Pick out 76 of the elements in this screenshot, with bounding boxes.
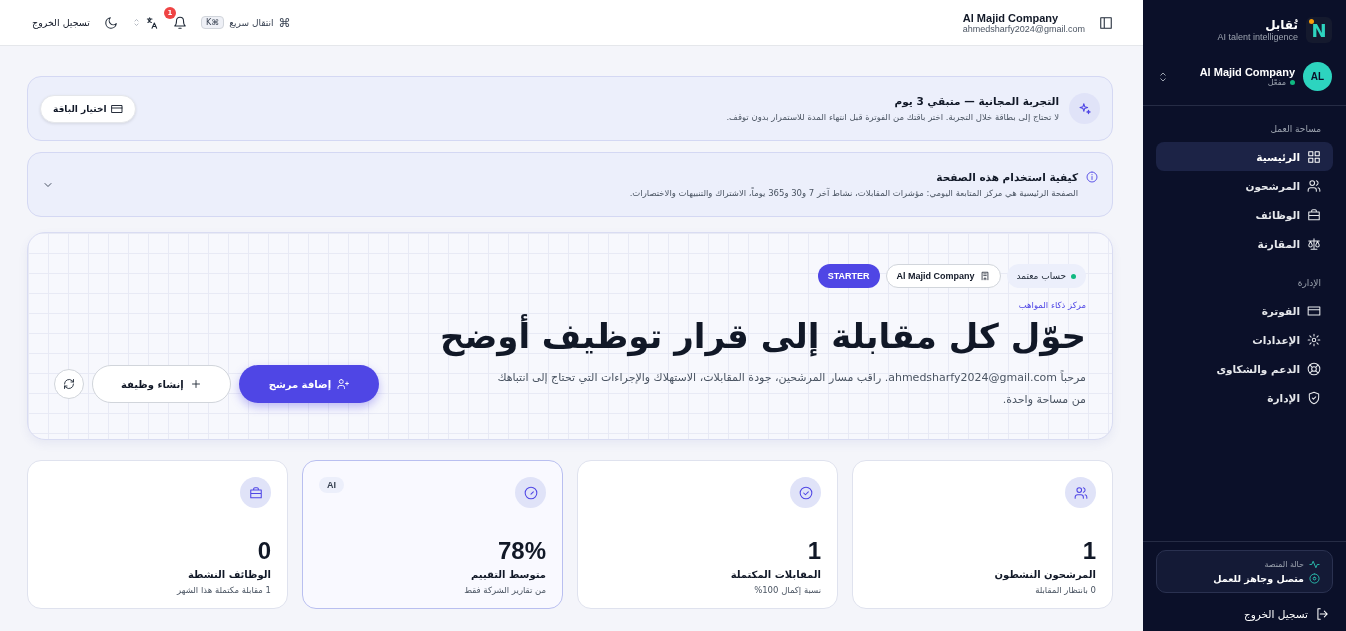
gear-icon <box>1307 332 1321 347</box>
create-job-button[interactable]: إنشاء وظيفة <box>92 365 231 403</box>
platform-status-text: متصل وجاهز للعمل <box>1213 573 1304 584</box>
sidebar-toggle-icon[interactable] <box>1099 15 1113 30</box>
account-email: ahmedsharfy2024@gmail.com <box>962 23 1085 34</box>
bell-icon[interactable] <box>172 15 187 30</box>
nav-item[interactable]: الإدارة <box>1156 383 1333 412</box>
nav-item[interactable]: الدعم والشكاوى <box>1156 354 1333 383</box>
nav-item[interactable]: المرشحون <box>1156 171 1333 200</box>
nav-item[interactable]: الفوترة <box>1156 296 1333 325</box>
stat-value: 1 <box>1082 537 1096 565</box>
plus-icon <box>189 378 202 390</box>
section-title: مساحة العمل <box>1269 123 1322 136</box>
briefcase-icon <box>1307 207 1321 222</box>
nav-item[interactable]: الإعدادات <box>1156 325 1333 354</box>
brand-name: تُقابل <box>1264 18 1298 32</box>
hero-eyebrow: مركز ذكاء المواهب <box>1018 300 1086 311</box>
help-title: كيفية استخدام هذه الصفحة <box>936 171 1078 183</box>
stat-note: 0 بانتظار المقابلة <box>1035 585 1096 595</box>
stat-note: نسبة إكمال 100% <box>754 585 821 595</box>
platform-status-title: حالة المنصة <box>1264 560 1304 569</box>
org-avatar: AL <box>1303 62 1332 91</box>
users-icon <box>1307 178 1321 193</box>
stat-label: الوظائف النشطة <box>187 569 271 580</box>
translate-icon[interactable] <box>144 15 159 30</box>
choose-plan-button[interactable]: اختيار الباقة <box>40 94 137 123</box>
stat-value: 0 <box>257 537 271 565</box>
sparkles-icon <box>1069 93 1100 124</box>
section-title: الإدارة <box>1296 277 1322 290</box>
company-badge: Al Majid Company <box>885 264 1001 289</box>
stat-note: من تقارير الشركة فقط <box>464 585 546 595</box>
status-badge: حساب معتمد <box>1006 264 1086 289</box>
stat-note: 1 مقابلة مكتملة هذا الشهر <box>177 585 271 595</box>
logout-icon <box>1315 607 1329 621</box>
status-dot <box>1290 80 1295 85</box>
card-icon <box>111 102 124 115</box>
org-name: Al Majid Company <box>1198 66 1295 78</box>
pulse-icon <box>1309 559 1320 570</box>
scale-icon <box>1307 236 1321 251</box>
trial-title: التجربة المجانية — متبقي 3 يوم <box>893 95 1059 107</box>
hero-text: مرحباً ahmedsharfy2024@gmail.com. راقب مسار المرشحين، جودة المقابلات، الاستهلاك والإجراءات التي تحتاج إلى انتباهك من مساحة واحدة. <box>496 369 1086 408</box>
user-plus-icon <box>337 378 350 390</box>
plan-badge: STARTER <box>817 264 880 289</box>
stat-value: 1 <box>807 537 821 565</box>
gauge-icon <box>523 485 538 500</box>
brand-tagline: AI talent intelligence <box>1217 32 1298 42</box>
hero-title: حوّل كل مقابلة إلى قرار توظيف أوضح <box>439 316 1086 357</box>
ai-badge: AI <box>319 477 344 493</box>
refresh-icon <box>63 378 75 390</box>
add-candidate-button[interactable]: إضافة مرشح <box>238 365 380 403</box>
nav-item[interactable]: الرئيسية <box>1156 142 1333 171</box>
nav-item[interactable]: الوظائف <box>1156 200 1333 229</box>
help-text: الصفحة الرئيسية هي مركز المتابعة اليومي: مؤشرات المقابلات، نشاط آخر 7 و30 و365 يوماً، الاشتراك والتنبيهات والاختصارات. <box>628 188 1079 198</box>
logout-link[interactable]: تسجيل الخروج <box>1156 607 1333 621</box>
nav-item[interactable]: المقارنة <box>1156 229 1333 258</box>
switcher-icon[interactable] <box>1157 70 1169 83</box>
trial-text: لا تحتاج إلى بطاقة خلال التجربة. اختر باقتك من الفوترة قبل انتهاء المدة للاستمرار بدون توقف. <box>725 112 1059 122</box>
stat-label: المقابلات المكتملة <box>730 569 821 580</box>
logo-icon: N <box>1306 17 1332 43</box>
info-icon <box>1086 171 1098 183</box>
grid-icon <box>1307 149 1321 164</box>
refresh-button[interactable] <box>54 369 84 399</box>
help-panel[interactable]: كيفية استخدام هذه الصفحة الصفحة الرئيسية هي مركز المتابعة اليومي: مؤشرات المقابلات، نشاط آخر 7 و30 و365 يوماً، الاشتراك والتنبيهات والاختصارات. <box>27 152 1113 217</box>
stat-value: 78% <box>497 537 546 565</box>
shield-icon <box>1307 390 1321 405</box>
users-icon <box>1073 485 1088 500</box>
org-status: مفعّل <box>1267 78 1286 87</box>
logout-button[interactable]: تسجيل الخروج <box>32 17 90 28</box>
lifebuoy-icon <box>1307 361 1321 376</box>
company-name: Al Majid Company <box>962 11 1059 24</box>
status-ok-icon <box>1309 573 1320 584</box>
card-icon <box>1307 303 1321 318</box>
stat-label: المرشحون النشطون <box>994 569 1096 580</box>
briefcase-icon <box>248 485 263 500</box>
stat-label: متوسط التقييم <box>470 569 546 580</box>
moon-icon[interactable] <box>103 15 118 30</box>
